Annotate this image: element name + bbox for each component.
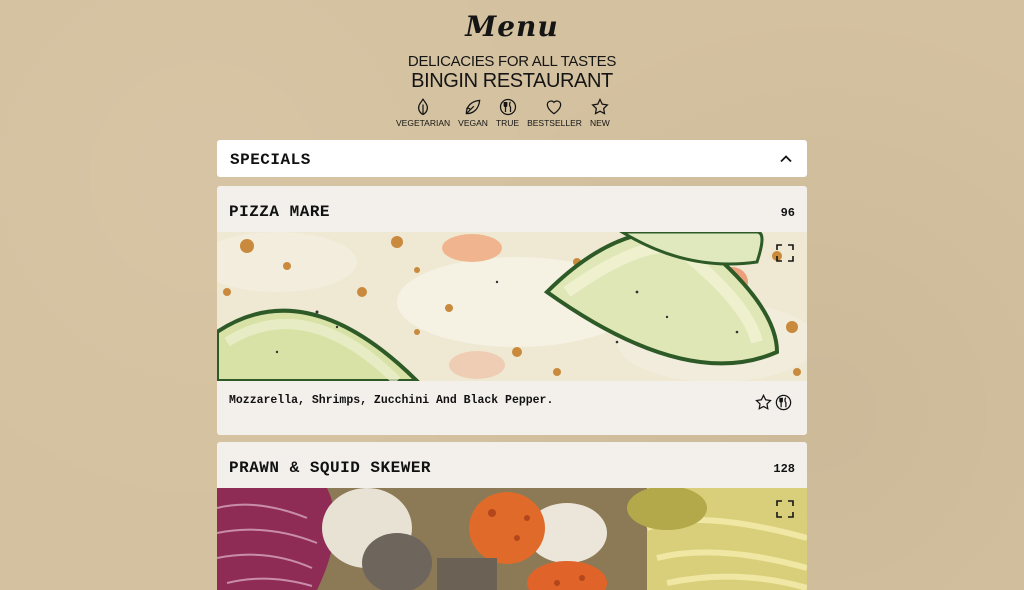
menu-item-photo bbox=[217, 232, 807, 381]
legend-label: BESTSELLER bbox=[527, 118, 582, 128]
skewer-image bbox=[217, 488, 807, 590]
legend-label: TRUE bbox=[495, 118, 520, 128]
menu-item-card: PIZZA MARE 96 Mozzarella, Shrimps, Zucch… bbox=[217, 186, 807, 435]
legend-new: NEW bbox=[590, 97, 610, 128]
cutlery-icon bbox=[499, 98, 516, 116]
cutlery-icon bbox=[775, 394, 792, 411]
chevron-up-icon[interactable] bbox=[779, 152, 793, 166]
legend-true: TRUE bbox=[496, 97, 519, 128]
legend-vegan: VEGAN bbox=[458, 97, 488, 128]
menu-item-price: 128 bbox=[773, 462, 795, 476]
legend-label: VEGAN bbox=[458, 118, 488, 128]
section-title: SPECIALS bbox=[230, 151, 311, 169]
expand-icon[interactable] bbox=[776, 244, 794, 262]
menu-item-header: PIZZA MARE 96 bbox=[217, 186, 807, 232]
expand-icon[interactable] bbox=[776, 500, 794, 518]
menu-item-price: 96 bbox=[780, 206, 795, 220]
pizza-image bbox=[217, 232, 807, 381]
menu-item-photo bbox=[217, 488, 807, 590]
legend-label: NEW bbox=[589, 118, 610, 128]
menu-item-name: PIZZA MARE bbox=[229, 203, 331, 221]
menu-title: Menu bbox=[465, 10, 559, 43]
restaurant-name: BINGIN RESTAURANT bbox=[411, 70, 613, 92]
dietary-legend: VEGETARIAN VEGAN TRUE BESTSELLER NEW bbox=[396, 97, 618, 128]
legend-bestseller: BESTSELLER bbox=[527, 97, 582, 128]
vegan-leaf-icon bbox=[465, 99, 481, 115]
legend-vegetarian: VEGETARIAN bbox=[396, 97, 450, 128]
legend-label: VEGETARIAN bbox=[396, 118, 451, 128]
star-icon bbox=[755, 393, 772, 410]
menu-item-badges bbox=[754, 393, 793, 412]
menu-item-name: PRAWN & SQUID SKEWER bbox=[229, 459, 432, 477]
leaf-icon bbox=[418, 98, 429, 116]
star-icon bbox=[591, 98, 609, 115]
menu-item-description: Mozzarella, Shrimps, Zucchini And Black … bbox=[229, 394, 554, 407]
section-specials-header[interactable]: SPECIALS bbox=[217, 140, 807, 177]
menu-item-card: PRAWN & SQUID SKEWER 128 bbox=[217, 442, 807, 590]
heart-icon bbox=[547, 100, 562, 115]
tagline: DELICACIES FOR ALL TASTES bbox=[407, 53, 617, 70]
menu-item-header: PRAWN & SQUID SKEWER 128 bbox=[217, 442, 807, 488]
